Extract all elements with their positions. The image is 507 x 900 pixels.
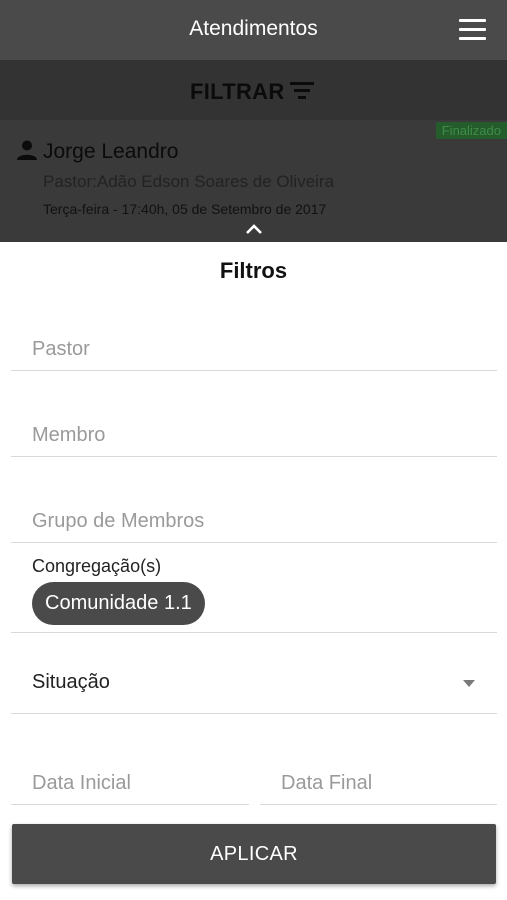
filter-icon [290, 80, 316, 100]
pastor-text: Pastor:Adão Edson Soares de Oliveira [43, 172, 335, 191]
data-final-container [260, 736, 497, 805]
hamburger-icon[interactable] [459, 19, 487, 41]
filters-sheet: Filtros Congregação(s) Comunidade 1.1 Si… [0, 242, 507, 900]
person-icon [17, 140, 37, 160]
congregacao-chip[interactable]: Comunidade 1.1 [32, 582, 205, 625]
filter-toggle-button[interactable]: FILTRAR [0, 60, 507, 120]
membro-input[interactable] [32, 422, 487, 448]
list-item[interactable]: Finalizado Jorge Leandro Pastor:Adão Eds… [0, 120, 507, 242]
grupo-field-container [11, 474, 497, 543]
situacao-label: Situação [32, 671, 110, 693]
caret-down-icon [463, 680, 475, 687]
app-bar: Atendimentos [0, 0, 507, 60]
data-inicial-input[interactable] [32, 770, 239, 796]
date-text: Terça-feira - 17:40h, 05 de Setembro de … [43, 201, 327, 217]
data-inicial-container [11, 736, 249, 805]
pastor-field-container [11, 302, 497, 371]
filter-toggle-label: FILTRAR [190, 79, 285, 104]
chevron-up-icon[interactable] [244, 223, 264, 235]
membro-field-container [11, 388, 497, 457]
apply-button[interactable]: APLICAR [12, 824, 496, 884]
congregacao-label: Congregação(s) [32, 556, 162, 576]
grupo-membros-input[interactable] [32, 508, 487, 534]
data-final-input[interactable] [281, 770, 487, 796]
status-badge: Finalizado [435, 122, 507, 139]
app-root: Atendimentos FILTRAR Finalizado Jorge Le… [0, 0, 507, 900]
pastor-input[interactable] [32, 336, 487, 362]
app-title: Atendimentos [189, 17, 318, 40]
member-name: Jorge Leandro [43, 140, 179, 163]
situacao-select[interactable]: Situação [11, 645, 497, 714]
sheet-title: Filtros [219, 258, 288, 283]
